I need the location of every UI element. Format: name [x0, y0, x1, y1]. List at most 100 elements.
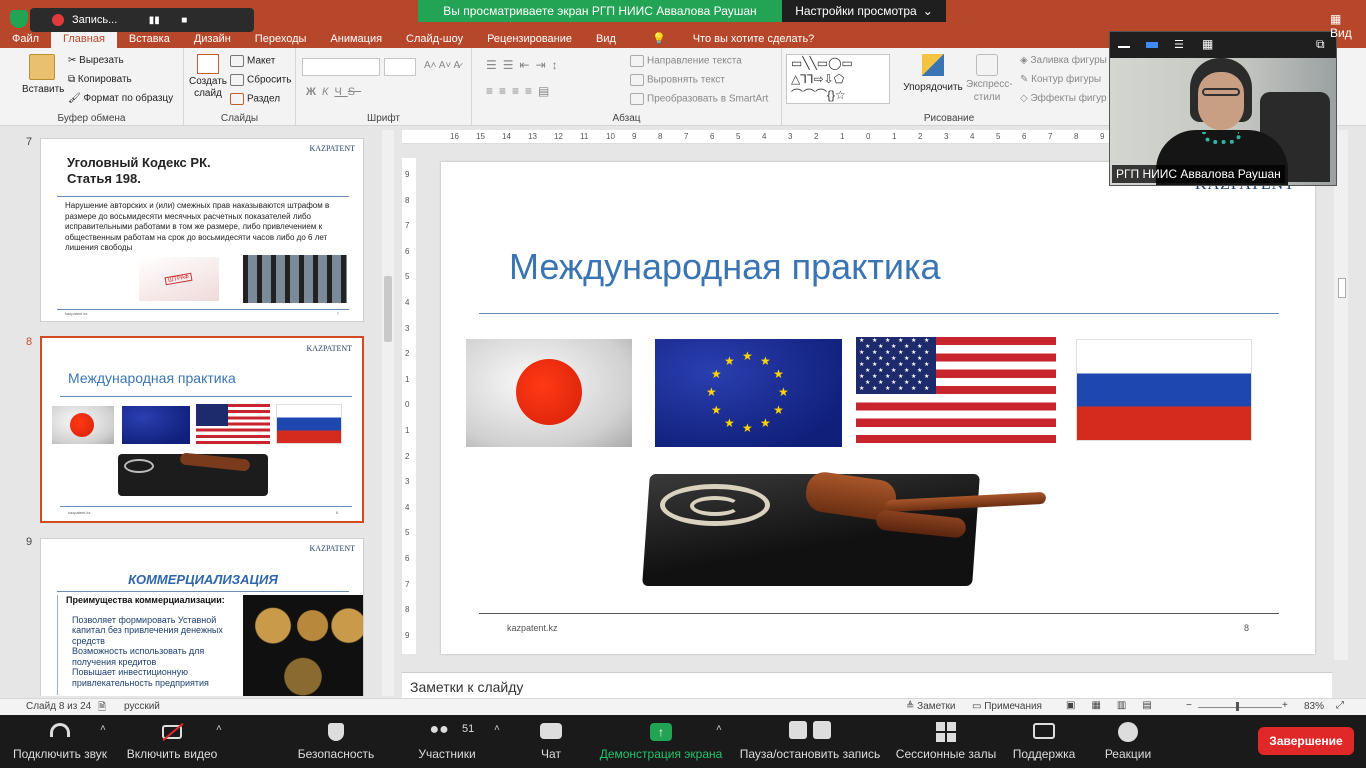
- audio-options-caret[interactable]: ˄: [100, 723, 106, 734]
- participant-video[interactable]: ☰ ▦ ⧉ РГП НИИС Аввалова Раушан: [1109, 31, 1337, 186]
- reset-button[interactable]: Сбросить: [230, 74, 291, 86]
- tab-slideshow[interactable]: Слайд-шоу: [394, 30, 475, 48]
- zoom-slider-thumb[interactable]: [1236, 702, 1239, 711]
- cut-button[interactable]: ✂ Вырезать: [68, 55, 124, 66]
- japan-flag[interactable]: [466, 339, 632, 447]
- paste-button[interactable]: Вставить: [22, 54, 64, 95]
- arrange-button[interactable]: Упорядочить: [902, 54, 964, 93]
- slide-scrollbar[interactable]: [1334, 130, 1348, 660]
- align-buttons[interactable]: ≡≡≡≡▤: [486, 84, 555, 98]
- fit-slide-icon[interactable]: ⤢: [1336, 700, 1344, 711]
- notes-pane[interactable]: Заметки к слайду: [402, 672, 1332, 698]
- smartart-button[interactable]: Преобразовать в SmartArt: [630, 93, 768, 105]
- scrollbar-thumb[interactable]: [1338, 278, 1346, 298]
- tab-home[interactable]: Главная: [51, 30, 117, 48]
- video-options-caret[interactable]: ˄: [216, 723, 222, 734]
- chat-button[interactable]: Чат: [526, 715, 576, 768]
- support-button[interactable]: Поддержка: [1008, 715, 1080, 768]
- star-icon: ★: [872, 350, 878, 356]
- chevron-down-icon: ⌄: [922, 4, 933, 18]
- tab-file[interactable]: Файл: [0, 30, 51, 48]
- footer-rule: [479, 613, 1279, 614]
- participants-button[interactable]: ●● 51 Участники: [408, 715, 486, 768]
- slide-thumbnails-pane[interactable]: 7 Уголовный Кодекс РК. Статья 198. KAZPA…: [18, 126, 380, 696]
- zoom-slider[interactable]: [1198, 707, 1282, 708]
- font-size-input[interactable]: [384, 58, 416, 76]
- tab-review[interactable]: Рецензирование: [475, 30, 584, 48]
- tab-design[interactable]: Дизайн: [182, 30, 243, 48]
- share-screen-button[interactable]: ↑ Демонстрация экрана: [596, 715, 726, 768]
- tell-me-search[interactable]: 💡 Что вы хотите сделать?: [628, 30, 838, 48]
- notes-toggle[interactable]: ≜ Заметки: [906, 701, 955, 712]
- eu-flag[interactable]: ★ ★ ★ ★ ★ ★ ★ ★ ★ ★ ★ ★: [655, 339, 842, 447]
- russia-flag-thumb: [276, 404, 342, 444]
- shape-outline-button[interactable]: ✎ Контур фигуры: [1020, 74, 1101, 85]
- quick-styles-button[interactable]: Экспресс-стили: [966, 54, 1013, 104]
- view-button[interactable]: ▦ Вид: [1330, 12, 1366, 40]
- tab-animation[interactable]: Анимация: [318, 30, 394, 48]
- bitcoin-image: [243, 595, 363, 696]
- align-text-button[interactable]: Выровнять текст: [630, 74, 725, 86]
- slide-canvas[interactable]: KAZPATENT Международная практика ★★★★★★★…: [441, 162, 1315, 654]
- list-buttons[interactable]: ☰☰⇤⇥↕: [486, 58, 564, 72]
- language-indicator[interactable]: русский: [124, 701, 160, 712]
- new-slide-button[interactable]: Создать слайд: [188, 54, 228, 100]
- tab-insert[interactable]: Вставка: [117, 30, 182, 48]
- zoom-in-button[interactable]: +: [1282, 700, 1288, 711]
- pause-stop-recording-button[interactable]: Пауза/остановить запись: [736, 715, 884, 768]
- slide-title[interactable]: Международная практика: [509, 246, 941, 288]
- share-options-caret[interactable]: ˄: [716, 723, 722, 734]
- font-size-controls[interactable]: A˄ A˅ A̷: [424, 60, 460, 71]
- gavel-image[interactable]: [642, 462, 1047, 590]
- section-button[interactable]: Раздел: [230, 93, 280, 105]
- join-audio-button[interactable]: Подключить звук: [6, 715, 114, 768]
- ruler-tick: 0: [405, 400, 410, 410]
- copy-button[interactable]: ⧉ Копировать: [68, 74, 132, 85]
- shapes-gallery[interactable]: ▭╲╲▭◯▭ △⅂⅂⇨⇩⬠ ⌒⌒⌒{}☆: [786, 54, 890, 104]
- stop-recording-icon[interactable]: ■: [173, 11, 195, 29]
- start-video-button[interactable]: Включить видео: [122, 715, 222, 768]
- usa-flag[interactable]: ★ ★ ★ ★ ★ ★ ★ ★ ★ ★ ★ ★ ★ ★ ★ ★ ★ ★ ★ ★ ★ ★ ★ ★ ★ ★ ★ ★ ★ ★ ★ ★ ★ ★ ★ ★ ★ ★ ★ ★…: [856, 337, 1056, 443]
- shape-fill-button[interactable]: ◈ Заливка фигуры: [1020, 55, 1107, 66]
- exit-fullscreen-icon[interactable]: ⧉: [1316, 37, 1325, 52]
- ruler-tick: 8: [1074, 132, 1079, 141]
- pause-recording-icon[interactable]: ▮▮: [143, 11, 165, 29]
- end-meeting-button[interactable]: Завершение: [1258, 727, 1354, 755]
- minimize-icon[interactable]: [1118, 46, 1130, 48]
- thumbnail-slide-9[interactable]: KAZPATENT КОММЕРЦИАЛИЗАЦИЯ Преимущества …: [40, 538, 364, 696]
- view-settings-button[interactable]: Настройки просмотра ⌄: [782, 0, 946, 22]
- ruler-tick: 8: [658, 132, 663, 141]
- font-name-input[interactable]: [302, 58, 380, 76]
- layout-button[interactable]: Макет: [230, 55, 275, 67]
- encryption-shield-icon[interactable]: [10, 10, 28, 28]
- shape-effects-button[interactable]: ◇ Эффекты фигур: [1020, 93, 1107, 104]
- ruler-tick: 1: [840, 132, 845, 141]
- reactions-button[interactable]: Реакции: [1096, 715, 1160, 768]
- comments-toggle[interactable]: ▭ Примечания: [972, 701, 1042, 712]
- format-painter-button[interactable]: 🖌 Формат по образцу: [68, 93, 173, 104]
- participants-options-caret[interactable]: ˄: [494, 723, 500, 734]
- breakout-rooms-button[interactable]: Сессионные залы: [894, 715, 998, 768]
- tab-view[interactable]: Вид: [584, 30, 628, 48]
- tab-transitions[interactable]: Переходы: [243, 30, 319, 48]
- zoom-out-button[interactable]: −: [1186, 700, 1192, 711]
- text-direction-button[interactable]: Направление текста: [630, 55, 742, 67]
- thumb-footer: kazpatent.kz: [65, 311, 88, 316]
- thumb-subtitle: Преимущества коммерциализации:: [66, 595, 225, 605]
- thumbnail-slide-7[interactable]: Уголовный Кодекс РК. Статья 198. KAZPATE…: [40, 138, 364, 322]
- grid-icon[interactable]: ▦: [1202, 37, 1213, 51]
- speaker-view-icon[interactable]: [1146, 42, 1158, 48]
- view-mode-buttons[interactable]: ▣▦▥▤: [1066, 700, 1168, 711]
- recording-indicator[interactable]: Запись... ▮▮ ■: [30, 8, 254, 32]
- gallery-icon[interactable]: ☰: [1174, 38, 1184, 51]
- text-direction-icon: [630, 55, 644, 67]
- russia-flag[interactable]: [1076, 339, 1252, 441]
- thumbnails-scrollbar[interactable]: [382, 130, 394, 696]
- thumbnail-slide-8[interactable]: KAZPATENT Международная практика kazpate…: [40, 336, 364, 523]
- security-button[interactable]: Безопасность: [290, 715, 382, 768]
- font-style-buttons[interactable]: ЖКЧS: [306, 86, 361, 98]
- copyright-c-shape: [690, 496, 740, 516]
- zoom-level[interactable]: 83%: [1304, 701, 1324, 712]
- star-icon: ★: [898, 338, 904, 344]
- scrollbar-thumb[interactable]: [384, 276, 392, 342]
